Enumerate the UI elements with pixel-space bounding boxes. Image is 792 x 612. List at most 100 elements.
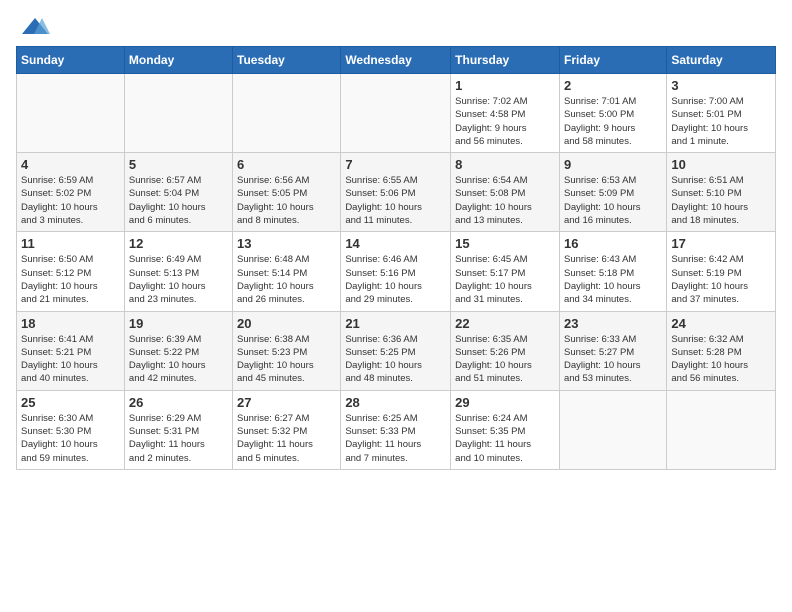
day-info: Sunrise: 6:55 AM Sunset: 5:06 PM Dayligh… [345,174,446,227]
calendar-week-row: 4 Sunrise: 6:59 AM Sunset: 5:02 PM Daylig… [17,153,776,232]
day-info: Sunrise: 6:46 AM Sunset: 5:16 PM Dayligh… [345,253,446,306]
calendar-cell: 4 Sunrise: 6:59 AM Sunset: 5:02 PM Daylig… [17,153,125,232]
day-number: 20 [237,316,336,331]
calendar-cell: 7Sunrise: 6:55 AM Sunset: 5:06 PM Daylig… [341,153,451,232]
day-info: Sunrise: 6:45 AM Sunset: 5:17 PM Dayligh… [455,253,555,306]
day-number: 21 [345,316,446,331]
day-number: 25 [21,395,120,410]
day-number: 17 [671,236,771,251]
day-info: Sunrise: 6:43 AM Sunset: 5:18 PM Dayligh… [564,253,662,306]
weekday-header-saturday: Saturday [667,47,776,74]
day-info: Sunrise: 6:59 AM Sunset: 5:02 PM Dayligh… [21,174,120,227]
day-info: Sunrise: 6:33 AM Sunset: 5:27 PM Dayligh… [564,333,662,386]
calendar-cell: 11 Sunrise: 6:50 AM Sunset: 5:12 PM Dayli… [17,232,125,311]
calendar-cell: 26 Sunrise: 6:29 AM Sunset: 5:31 PM Dayli… [124,390,232,469]
calendar-cell: 12 Sunrise: 6:49 AM Sunset: 5:13 PM Dayli… [124,232,232,311]
day-number: 27 [237,395,336,410]
day-number: 16 [564,236,662,251]
day-number: 3 [671,78,771,93]
day-info: Sunrise: 6:25 AM Sunset: 5:33 PM Dayligh… [345,412,446,465]
day-info: Sunrise: 6:54 AM Sunset: 5:08 PM Dayligh… [455,174,555,227]
calendar-header-row: SundayMondayTuesdayWednesdayThursdayFrid… [17,47,776,74]
calendar-cell: 21 Sunrise: 6:36 AM Sunset: 5:25 PM Dayli… [341,311,451,390]
weekday-header-tuesday: Tuesday [233,47,341,74]
calendar-cell: 17 Sunrise: 6:42 AM Sunset: 5:19 PM Dayli… [667,232,776,311]
logo-icon [20,16,50,36]
day-number: 4 [21,157,120,172]
day-number: 15 [455,236,555,251]
day-number: 12 [129,236,228,251]
day-info: Sunrise: 6:39 AM Sunset: 5:22 PM Dayligh… [129,333,228,386]
day-number: 24 [671,316,771,331]
calendar-cell: 19 Sunrise: 6:39 AM Sunset: 5:22 PM Dayli… [124,311,232,390]
weekday-header-sunday: Sunday [17,47,125,74]
calendar-cell [341,74,451,153]
day-info: Sunrise: 6:29 AM Sunset: 5:31 PM Dayligh… [129,412,228,465]
calendar-cell: 16 Sunrise: 6:43 AM Sunset: 5:18 PM Dayli… [559,232,666,311]
day-number: 19 [129,316,228,331]
day-number: 23 [564,316,662,331]
day-number: 26 [129,395,228,410]
calendar-week-row: 25 Sunrise: 6:30 AM Sunset: 5:30 PM Dayli… [17,390,776,469]
day-number: 14 [345,236,446,251]
day-info: Sunrise: 6:27 AM Sunset: 5:32 PM Dayligh… [237,412,336,465]
day-number: 9 [564,157,662,172]
calendar-cell: 27 Sunrise: 6:27 AM Sunset: 5:32 PM Dayli… [233,390,341,469]
weekday-header-monday: Monday [124,47,232,74]
header [16,16,776,36]
day-number: 10 [671,157,771,172]
day-info: Sunrise: 6:32 AM Sunset: 5:28 PM Dayligh… [671,333,771,386]
calendar-cell: 29 Sunrise: 6:24 AM Sunset: 5:35 PM Dayli… [451,390,560,469]
calendar-cell: 23 Sunrise: 6:33 AM Sunset: 5:27 PM Dayli… [559,311,666,390]
calendar: SundayMondayTuesdayWednesdayThursdayFrid… [16,46,776,470]
calendar-cell: 3 Sunrise: 7:00 AM Sunset: 5:01 PM Daylig… [667,74,776,153]
calendar-cell: 22 Sunrise: 6:35 AM Sunset: 5:26 PM Dayli… [451,311,560,390]
day-info: Sunrise: 6:42 AM Sunset: 5:19 PM Dayligh… [671,253,771,306]
day-number: 13 [237,236,336,251]
day-number: 28 [345,395,446,410]
calendar-cell: 8Sunrise: 6:54 AM Sunset: 5:08 PM Daylig… [451,153,560,232]
weekday-header-friday: Friday [559,47,666,74]
calendar-cell [17,74,125,153]
day-info: Sunrise: 6:36 AM Sunset: 5:25 PM Dayligh… [345,333,446,386]
logo [16,16,50,36]
calendar-cell: 18Sunrise: 6:41 AM Sunset: 5:21 PM Dayli… [17,311,125,390]
calendar-cell: 6 Sunrise: 6:56 AM Sunset: 5:05 PM Daylig… [233,153,341,232]
day-info: Sunrise: 6:50 AM Sunset: 5:12 PM Dayligh… [21,253,120,306]
calendar-week-row: 18Sunrise: 6:41 AM Sunset: 5:21 PM Dayli… [17,311,776,390]
day-info: Sunrise: 7:00 AM Sunset: 5:01 PM Dayligh… [671,95,771,148]
calendar-week-row: 11 Sunrise: 6:50 AM Sunset: 5:12 PM Dayli… [17,232,776,311]
calendar-cell: 25 Sunrise: 6:30 AM Sunset: 5:30 PM Dayli… [17,390,125,469]
calendar-cell [233,74,341,153]
day-info: Sunrise: 6:24 AM Sunset: 5:35 PM Dayligh… [455,412,555,465]
weekday-header-thursday: Thursday [451,47,560,74]
calendar-cell: 9 Sunrise: 6:53 AM Sunset: 5:09 PM Daylig… [559,153,666,232]
calendar-cell: 14 Sunrise: 6:46 AM Sunset: 5:16 PM Dayli… [341,232,451,311]
calendar-cell: 20 Sunrise: 6:38 AM Sunset: 5:23 PM Dayli… [233,311,341,390]
day-number: 29 [455,395,555,410]
day-number: 22 [455,316,555,331]
calendar-cell: 5Sunrise: 6:57 AM Sunset: 5:04 PM Daylig… [124,153,232,232]
day-info: Sunrise: 6:41 AM Sunset: 5:21 PM Dayligh… [21,333,120,386]
day-info: Sunrise: 6:49 AM Sunset: 5:13 PM Dayligh… [129,253,228,306]
day-info: Sunrise: 6:38 AM Sunset: 5:23 PM Dayligh… [237,333,336,386]
day-info: Sunrise: 7:02 AM Sunset: 4:58 PM Dayligh… [455,95,555,148]
calendar-week-row: 1 Sunrise: 7:02 AM Sunset: 4:58 PM Daylig… [17,74,776,153]
calendar-cell [667,390,776,469]
weekday-header-wednesday: Wednesday [341,47,451,74]
day-info: Sunrise: 6:56 AM Sunset: 5:05 PM Dayligh… [237,174,336,227]
calendar-cell: 10 Sunrise: 6:51 AM Sunset: 5:10 PM Dayli… [667,153,776,232]
calendar-cell: 15 Sunrise: 6:45 AM Sunset: 5:17 PM Dayli… [451,232,560,311]
calendar-cell [124,74,232,153]
day-number: 6 [237,157,336,172]
day-number: 1 [455,78,555,93]
calendar-cell [559,390,666,469]
day-number: 11 [21,236,120,251]
day-info: Sunrise: 6:51 AM Sunset: 5:10 PM Dayligh… [671,174,771,227]
calendar-cell: 13Sunrise: 6:48 AM Sunset: 5:14 PM Dayli… [233,232,341,311]
day-info: Sunrise: 6:30 AM Sunset: 5:30 PM Dayligh… [21,412,120,465]
day-info: Sunrise: 6:57 AM Sunset: 5:04 PM Dayligh… [129,174,228,227]
day-info: Sunrise: 6:53 AM Sunset: 5:09 PM Dayligh… [564,174,662,227]
day-number: 2 [564,78,662,93]
day-info: Sunrise: 6:35 AM Sunset: 5:26 PM Dayligh… [455,333,555,386]
